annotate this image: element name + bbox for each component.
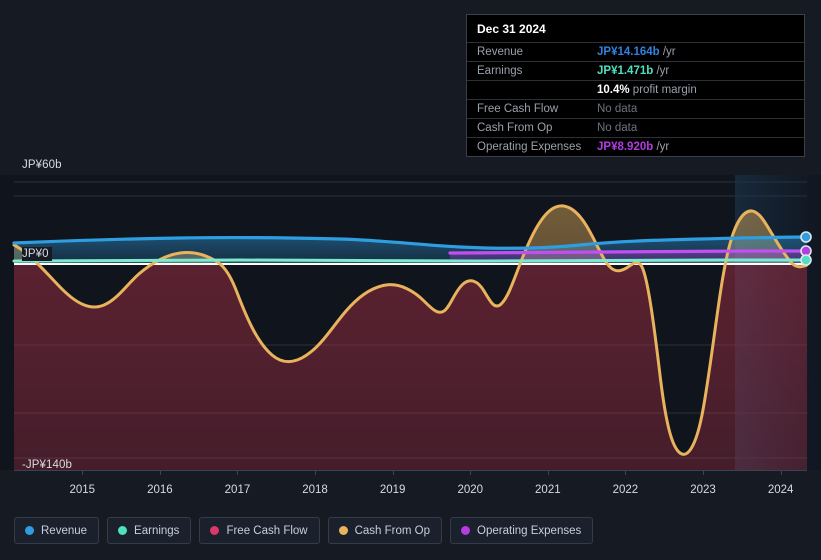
tooltip-row-value: No data [597,122,638,134]
legend-color-dot-icon [118,526,128,535]
x-axis-tick-mark [625,470,627,475]
x-axis-tick-mark [237,470,239,475]
tooltip-row: Revenue JP¥14.164b /yr [467,42,804,61]
plot-area [0,175,821,470]
tooltip-row: Free Cash Flow No data [467,99,804,118]
x-axis: 2015 2016 2017 2018 2019 2020 2021 2022 2023 2024 [0,470,821,500]
x-axis-tick-label: 2021 [535,484,561,496]
tooltip-row-label: Cash From Op [477,122,553,134]
x-axis-tick-label: 2017 [224,484,251,496]
tooltip-row-value: No data [597,103,638,115]
tooltip-row-value: JP¥8.920b /yr [597,141,670,153]
legend-item-label: Earnings [134,524,180,537]
x-axis-tick-label: 2016 [147,484,173,496]
legend-item-label: Free Cash Flow [226,524,308,537]
endpoint-marker-earnings [800,254,812,266]
legend-item-earnings[interactable]: Earnings [107,517,192,544]
tooltip-row: Operating Expenses JP¥8.920b /yr [467,137,804,156]
series-line-earnings [12,258,809,263]
tooltip-row-label: Revenue [477,46,524,58]
x-axis-tick-mark [315,470,317,475]
legend-color-dot-icon [25,526,34,535]
tooltip-row: Cash From Op No data [467,118,804,137]
chart-legend: Revenue Earnings Free Cash Flow Cash From O… [14,517,594,544]
y-axis-label-zero: JP¥0 [22,247,52,261]
tooltip-date: Dec 31 2024 [477,22,546,36]
tooltip-row-value: 10.4% profit margin [597,84,697,96]
tooltip-row-label: Earnings [477,65,523,77]
x-axis-tick-mark [547,470,549,475]
legend-item-label: Cash From Op [354,524,431,537]
legend-item-free-cash-flow[interactable]: Free Cash Flow [199,517,320,544]
x-axis-tick-label: 2020 [457,484,484,496]
tooltip-rows: Revenue JP¥14.164b /yr Earnings JP¥1.471b /… [467,42,804,156]
x-axis-tick-label: 2024 [767,484,794,496]
y-axis-label-top: JP¥60b [22,159,62,171]
x-axis-tick-mark [470,470,472,475]
tooltip-row-value: JP¥1.471b /yr [597,65,670,77]
chart-app: JP¥60b JP¥0 -JP¥140b 2015 2016 2017 2018 201… [0,0,821,560]
x-axis-tick-mark [82,470,84,475]
x-axis-tick-label: 2023 [690,484,716,496]
legend-color-dot-icon [461,526,471,535]
endpoint-marker-revenue [800,231,812,243]
tooltip-row-label: Free Cash Flow [477,103,559,115]
x-axis-tick-label: 2019 [379,484,406,496]
legend-item-operating-expenses[interactable]: Operating Expenses [450,517,594,544]
legend-color-dot-icon [210,526,220,535]
x-axis-tick-mark [703,470,705,475]
x-axis-tick-mark [159,470,161,475]
legend-item-revenue[interactable]: Revenue [14,517,100,544]
legend-item-label: Operating Expenses [477,524,582,537]
legend-color-dot-icon [338,526,348,535]
x-axis-tick-mark [780,470,782,475]
x-axis-tick-mark [392,470,394,475]
x-axis-tick-label: 2015 [69,484,96,496]
tooltip-row-label: Operating Expenses [477,141,582,153]
tooltip-row-value: JP¥14.164b /yr [597,46,676,58]
chart-svg [12,181,812,470]
x-axis-tick-label: 2018 [302,484,328,496]
tooltip-row: Earnings JP¥1.471b /yr [467,61,804,80]
legend-item-label: Revenue [41,524,88,537]
tooltip-row: 10.4% profit margin [467,80,804,99]
x-axis-tick-label: 2022 [612,484,639,496]
chart-tooltip: Dec 31 2024 Revenue JP¥14.164b /yr Earning… [466,14,805,157]
legend-item-cash-from-op[interactable]: Cash From Op [327,517,443,544]
